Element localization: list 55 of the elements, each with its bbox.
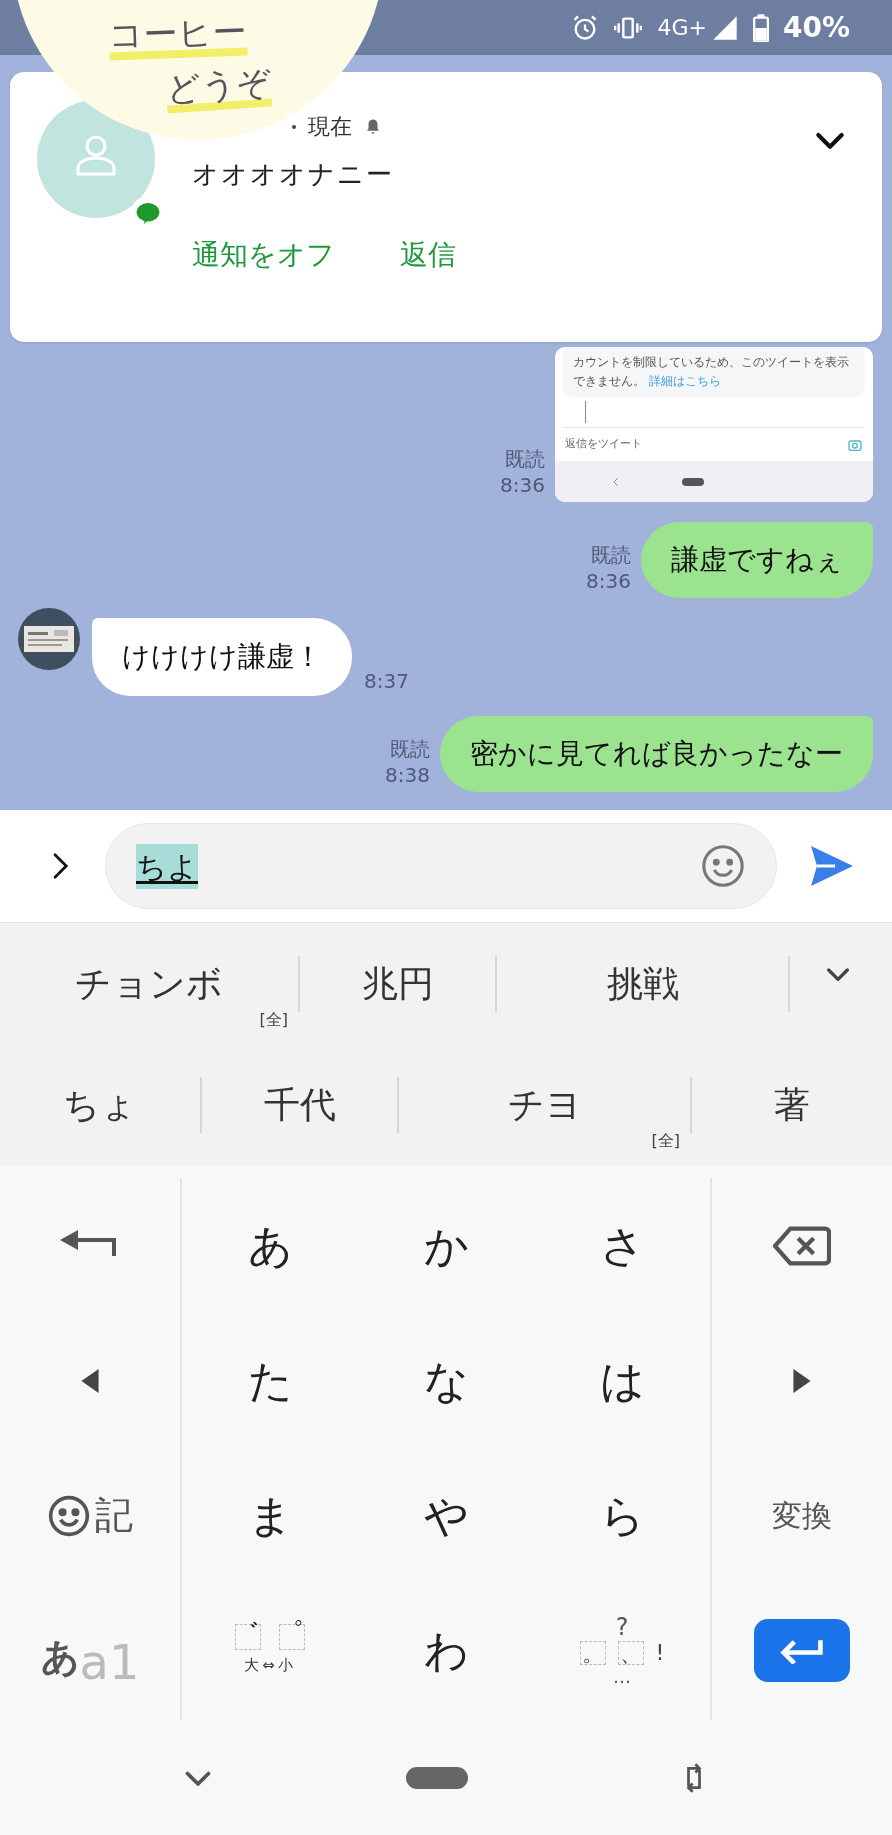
candidate-word[interactable]: ちょ: [0, 1044, 200, 1165]
enter-key[interactable]: [754, 1619, 850, 1682]
read-receipt: 既読: [591, 542, 631, 568]
kana-key[interactable]: や: [358, 1448, 534, 1583]
tweet-screenshot[interactable]: カウントを制限しているため、このツイートを表示できません。 詳細はこちら 返信をツイート: [555, 347, 873, 502]
kana-key[interactable]: た: [182, 1313, 358, 1448]
kana-key[interactable]: な: [358, 1313, 534, 1448]
kana-key[interactable]: ま: [182, 1448, 358, 1583]
sticker-text: コーヒー: [108, 13, 248, 61]
kana-key[interactable]: あ: [182, 1178, 358, 1313]
triangle-right-icon: [792, 1368, 812, 1393]
candidate-word[interactable]: 千代: [202, 1044, 397, 1165]
dakuten-key[interactable]: ゛ ゜ 大⇔小: [182, 1583, 358, 1718]
triangle-left-icon: [80, 1368, 100, 1393]
message-time: 8:36: [586, 568, 631, 594]
battery-level: 40%: [782, 9, 850, 46]
home-button[interactable]: [406, 1766, 468, 1789]
symbol-key[interactable]: 記: [0, 1448, 180, 1583]
notification-action[interactable]: 通知をオフ: [192, 234, 335, 276]
composing-text: ちよ: [136, 843, 198, 889]
notification-time: 現在: [308, 113, 352, 141]
notification-message: オオオオナニー: [192, 158, 395, 191]
candidate-word[interactable]: チョンボ [全]: [0, 923, 298, 1044]
kana-key[interactable]: か: [358, 1178, 534, 1313]
punctuation-key[interactable]: ? 。 、 ! …: [534, 1583, 710, 1718]
network-type: 4G+: [657, 14, 707, 42]
smiley-icon: [47, 1493, 91, 1538]
battery-icon: [752, 13, 769, 42]
notice-text: カウントを制限しているため、このツイートを表示できません。 詳細はこちら: [573, 354, 850, 390]
received-bubble: けけけけ謙虚！: [92, 618, 352, 696]
kana-key[interactable]: ら: [534, 1448, 710, 1583]
kana-key[interactable]: は: [534, 1313, 710, 1448]
candidate-word[interactable]: チヨ [全]: [399, 1044, 690, 1165]
reply-placeholder: 返信をツイート: [565, 436, 642, 453]
sent-bubble: 謙虚ですねぇ: [641, 522, 873, 598]
candidate-word[interactable]: 著: [692, 1044, 892, 1165]
message-time: 8:38: [385, 762, 430, 788]
notification-action[interactable]: 返信: [400, 234, 456, 276]
read-receipt: 既読: [505, 446, 545, 472]
candidate-word[interactable]: 兆円: [300, 923, 495, 1044]
signal-icon: [710, 13, 739, 42]
kana-key[interactable]: さ: [534, 1178, 710, 1313]
read-receipt: 既読: [390, 736, 430, 762]
message-input-field[interactable]: ちよ: [105, 823, 777, 909]
kana-key[interactable]: わ: [358, 1583, 534, 1718]
return-arrow-icon: [779, 1637, 825, 1664]
smiley-icon[interactable]: [700, 843, 746, 889]
backspace-icon: [773, 1223, 831, 1268]
bell-icon: [364, 117, 382, 136]
message-time: 8:37: [364, 668, 409, 695]
home-pill-icon: [682, 477, 704, 486]
sent-bubble: 密かに見てれば良かったなー: [440, 716, 873, 792]
message-time: 8:36: [500, 472, 545, 498]
candidate-word[interactable]: 挑戦: [497, 923, 788, 1044]
convert-key[interactable]: 変換: [712, 1448, 892, 1583]
